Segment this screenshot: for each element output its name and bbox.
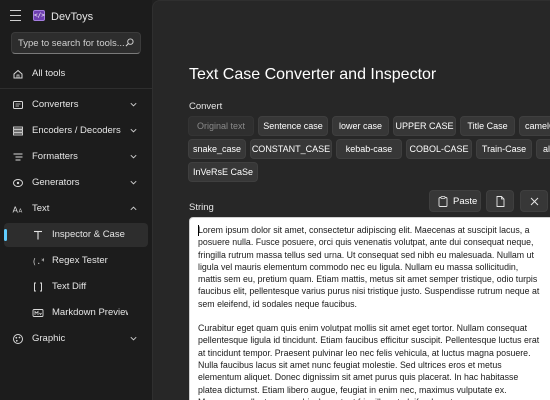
sidebar-item-graphic[interactable]: Graphic bbox=[4, 327, 148, 351]
home-icon bbox=[13, 69, 23, 79]
sidebar-item-all-tools[interactable]: All tools bbox=[4, 62, 148, 86]
paste-button[interactable]: Paste bbox=[429, 190, 481, 212]
search-icon[interactable] bbox=[125, 38, 134, 47]
sidebar-item-label: Inspector & Case bbox=[52, 229, 125, 240]
main-content: Text Case Converter and Inspector Conver… bbox=[152, 0, 550, 400]
sidebar-item-formatters[interactable]: Formatters bbox=[4, 145, 148, 169]
sidebar-item-label: Graphic bbox=[32, 333, 66, 344]
markdown-icon bbox=[32, 309, 44, 317]
search-input[interactable] bbox=[18, 37, 126, 50]
convert-label: Convert bbox=[189, 101, 223, 112]
sidebar-item-label: Text Diff bbox=[52, 281, 87, 292]
paste-label: Paste bbox=[453, 196, 478, 207]
close-icon bbox=[530, 197, 539, 206]
text-paragraph: Curabitur eget quam quis enim volutpat m… bbox=[198, 323, 540, 400]
chip-cobol-case[interactable]: COBOL-CASE bbox=[406, 139, 472, 159]
sidebar-item-label: Text bbox=[32, 203, 50, 214]
chip-sentence-case[interactable]: Sentence case bbox=[258, 116, 328, 136]
chip-title-case[interactable]: Title Case bbox=[460, 116, 515, 136]
sidebar-item-inspector-case[interactable]: Inspector & Case bbox=[4, 223, 148, 247]
chip-train-case[interactable]: Train-Case bbox=[476, 139, 532, 159]
converters-icon bbox=[13, 101, 23, 109]
sidebar-item-text[interactable]: A A Text bbox=[4, 197, 148, 221]
chip-upper-case[interactable]: UPPER CASE bbox=[393, 116, 456, 136]
sidebar-item-label: Regex Tester bbox=[52, 255, 108, 266]
graphic-icon bbox=[13, 334, 23, 344]
chevron-up-icon[interactable] bbox=[129, 204, 138, 213]
file-icon bbox=[496, 196, 505, 207]
sidebar-item-encoders-decoders[interactable]: Encoders / Decoders bbox=[4, 119, 148, 143]
sidebar-item-label: Markdown Preview bbox=[52, 307, 128, 318]
clipboard-icon bbox=[438, 196, 448, 207]
sidebar-item-converters[interactable]: Converters bbox=[4, 93, 148, 117]
sidebar-divider bbox=[0, 88, 152, 89]
chip-inverse-case[interactable]: InVeRsE CaSe bbox=[188, 162, 258, 182]
chip-camel-case[interactable]: camelCase bbox=[519, 116, 550, 136]
formatters-icon bbox=[13, 153, 23, 161]
svg-text:(.*): (.*) bbox=[32, 257, 44, 266]
sidebar-item-generators[interactable]: Generators bbox=[4, 171, 148, 195]
chip-kebab-case[interactable]: kebab-case bbox=[336, 139, 402, 159]
chip-lower-case[interactable]: lower case bbox=[332, 116, 389, 136]
search-box[interactable] bbox=[11, 32, 141, 54]
sidebar-item-label: All tools bbox=[32, 68, 66, 79]
sidebar-item-markdown-preview[interactable]: Markdown Preview bbox=[4, 301, 128, 325]
chevron-down-icon[interactable] bbox=[129, 100, 138, 109]
chevron-down-icon[interactable] bbox=[129, 126, 138, 135]
sidebar-item-label: Converters bbox=[32, 99, 79, 110]
text-paragraph: Lorem ipsum dolor sit amet, consectetur … bbox=[198, 225, 540, 309]
sidebar-item-label: Generators bbox=[32, 177, 80, 188]
sidebar-item-text-diff[interactable]: Text Diff bbox=[4, 275, 148, 299]
chevron-down-icon[interactable] bbox=[129, 334, 138, 343]
text-caret bbox=[198, 225, 199, 236]
text-icon: A A bbox=[13, 206, 23, 215]
text-diff-icon bbox=[34, 282, 42, 292]
chip-constant-case[interactable]: CONSTANT_CASE bbox=[250, 139, 332, 159]
app-title: DevToys bbox=[51, 11, 94, 23]
chip-original-text[interactable]: Original text bbox=[188, 116, 254, 136]
sidebar: </> DevToys All tools Converters bbox=[0, 0, 152, 400]
hamburger-menu-icon[interactable] bbox=[10, 10, 24, 22]
regex-icon: (.*) bbox=[32, 257, 44, 266]
generators-icon bbox=[13, 179, 23, 187]
chevron-down-icon[interactable] bbox=[129, 152, 138, 161]
clear-button[interactable] bbox=[520, 190, 548, 212]
page-title: Text Case Converter and Inspector bbox=[189, 66, 437, 83]
devtoys-logo-icon: </> bbox=[33, 10, 45, 21]
string-label: String bbox=[189, 202, 214, 213]
svg-text:A: A bbox=[19, 209, 23, 215]
string-text-editor[interactable]: Lorem ipsum dolor sit amet, consectetur … bbox=[189, 217, 550, 400]
chip-alternating-case[interactable]: alternating case bbox=[536, 139, 550, 159]
encoders-icon bbox=[13, 126, 23, 136]
sidebar-item-regex-tester[interactable]: (.*) Regex Tester bbox=[4, 249, 148, 273]
text-case-icon bbox=[34, 230, 42, 240]
sidebar-item-label: Encoders / Decoders bbox=[32, 125, 121, 136]
open-file-button[interactable] bbox=[486, 190, 514, 212]
sidebar-item-label: Formatters bbox=[32, 151, 78, 162]
chip-snake-case[interactable]: snake_case bbox=[188, 139, 246, 159]
chevron-down-icon[interactable] bbox=[129, 178, 138, 187]
